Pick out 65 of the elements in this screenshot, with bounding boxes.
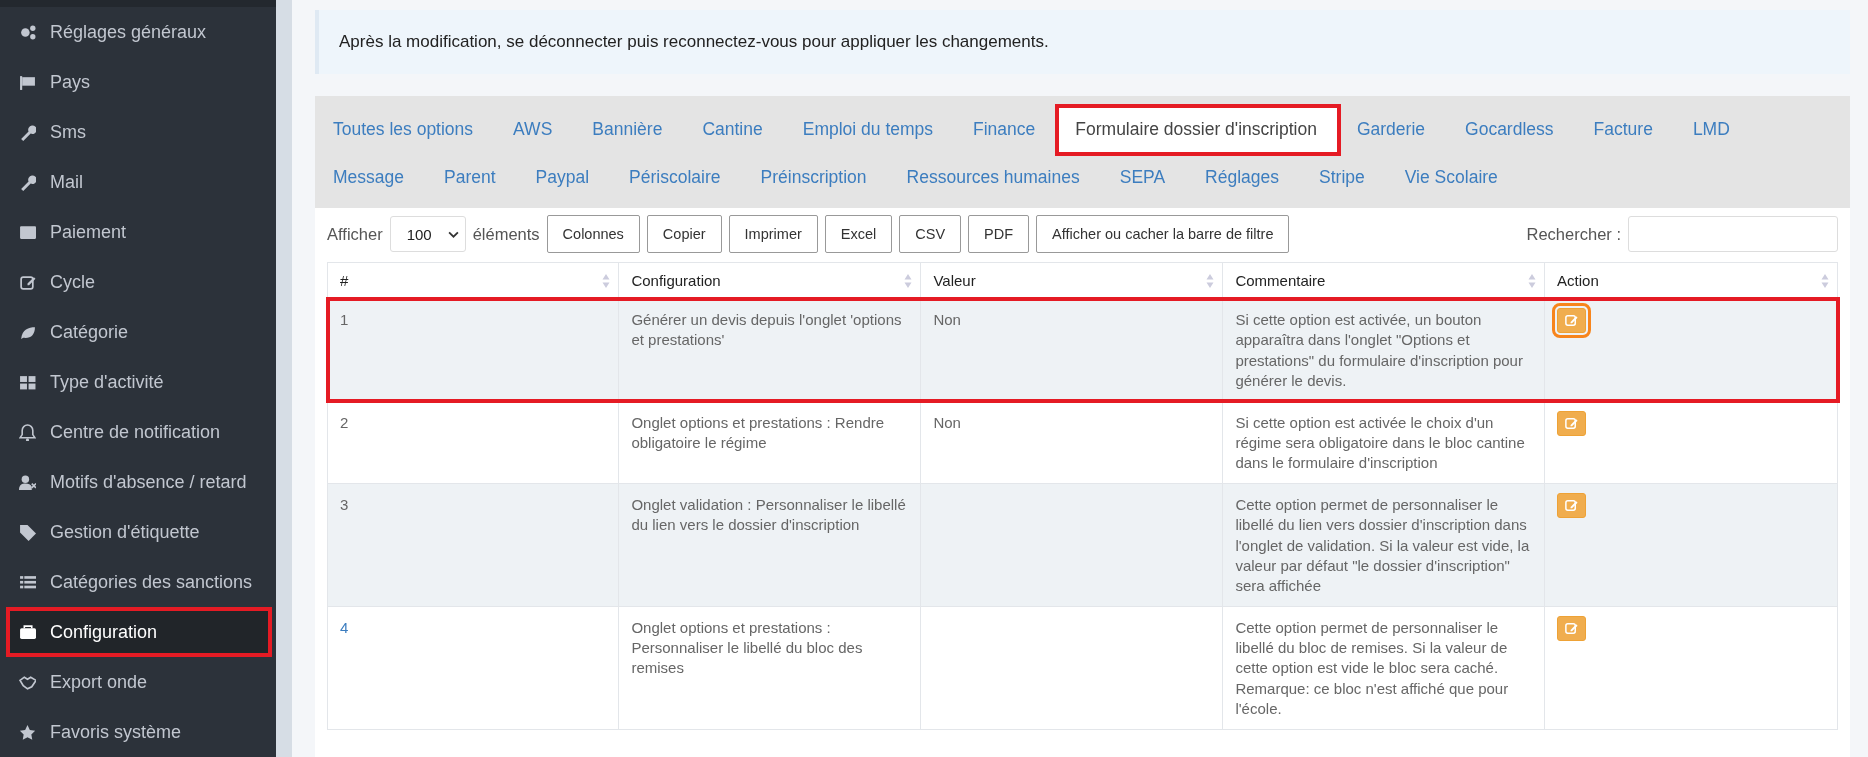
sidebar-item[interactable]: Réglages généraux xyxy=(0,7,276,57)
sidebar-item[interactable]: Paiement xyxy=(0,207,276,257)
toolbar-button[interactable]: PDF xyxy=(968,215,1030,253)
sort-icon xyxy=(1821,272,1829,289)
sort-icon xyxy=(904,272,913,289)
sidebar-item[interactable]: Catégorie xyxy=(0,307,276,357)
sort-icon xyxy=(602,272,611,289)
table-cell: 4 xyxy=(327,606,619,730)
edit-icon xyxy=(1564,497,1580,513)
list-icon xyxy=(19,573,36,591)
table-cell: Onglet options et prestations : Personnaliser le libellé du bloc des remises xyxy=(618,606,921,730)
edit-button[interactable] xyxy=(1557,410,1587,436)
sidebar-item[interactable]: Mail xyxy=(0,157,276,207)
sidebar-item[interactable]: Pays xyxy=(0,57,276,107)
edit-button[interactable] xyxy=(1557,492,1587,518)
wrench-icon xyxy=(19,173,36,191)
tag-icon xyxy=(19,523,36,541)
elements-label: éléments xyxy=(472,224,540,244)
bell-icon xyxy=(19,423,36,441)
table-cell: 3 xyxy=(327,483,619,607)
edit-icon xyxy=(1564,415,1580,431)
sidebar-item[interactable]: Configuration xyxy=(6,607,272,657)
edit-icon xyxy=(1564,313,1580,328)
table-cell: Si cette option est activée le choix d'un régime sera obligatoire dans le bloc cantine dans le formulaire d'inscription xyxy=(1222,401,1545,484)
briefcase-icon xyxy=(19,623,36,641)
sidebar-item[interactable]: Type d'activité xyxy=(0,357,276,407)
grid-icon xyxy=(19,373,36,391)
wrench-icon xyxy=(19,123,36,141)
toolbar-button[interactable]: Afficher ou cacher la barre de filtre xyxy=(1036,215,1290,253)
show-label: Afficher xyxy=(327,224,383,244)
tab[interactable]: Formulaire dossier d'inscription xyxy=(1057,106,1339,154)
page-size-select[interactable]: 100 xyxy=(389,216,466,252)
table-cell: Onglet validation : Personnaliser le libellé du lien vers le dossier d'inscription xyxy=(618,483,921,607)
sidebar-item[interactable]: Motifs d'absence / retard xyxy=(0,457,276,507)
sidebar-item[interactable]: Sms xyxy=(0,107,276,157)
star-icon xyxy=(19,723,36,741)
toolbar-button[interactable]: Excel xyxy=(824,215,893,253)
edit-icon xyxy=(19,273,36,291)
sidebar-item[interactable]: Favoris système xyxy=(0,707,276,757)
sidebar-item[interactable]: Cycle xyxy=(0,257,276,307)
search-field[interactable] xyxy=(1628,216,1838,252)
info-alert: Après la modification, se déconnecter puis reconnectez-vous pour appliquer les changements. xyxy=(315,10,1850,74)
table-cell: Cette option permet de personnaliser le libellé du lien vers dossier d'inscription dans l'onglet de validation. Si la valeur est vide, la valeur par défaut "le dossier d'inscription" sera affichée xyxy=(1222,483,1545,607)
edit-icon xyxy=(1564,620,1580,636)
search-label: Rechercher : xyxy=(1526,224,1621,244)
sort-icon xyxy=(1528,272,1537,289)
table-cell: Non xyxy=(920,401,1223,484)
flag-icon xyxy=(19,73,36,91)
card-icon xyxy=(19,223,36,241)
sidebar-item[interactable]: Gestion d'étiquette xyxy=(0,507,276,557)
table-cell: Onglet options et prestations : Rendre obligatoire le régime xyxy=(618,401,921,484)
table-cell: Cette option permet de personnaliser le libellé du bloc de remises. Si la valeur de cette option est vide le bloc sera caché. Remarque: ce bloc n'est affiché que pour l'école. xyxy=(1222,606,1545,730)
toolbar-button[interactable]: Colonnes xyxy=(546,215,640,253)
sort-icon xyxy=(1206,272,1215,289)
edit-button[interactable] xyxy=(1557,615,1587,641)
chevron-down-icon xyxy=(447,230,459,238)
toolbar-button[interactable]: CSV xyxy=(899,215,962,253)
table-cell: 2 xyxy=(327,401,619,484)
user-remove-icon xyxy=(19,473,36,491)
sidebar-item[interactable]: Catégories des sanctions xyxy=(0,557,276,607)
toolbar-button[interactable]: Imprimer xyxy=(728,215,818,253)
toolbar-button[interactable]: Copier xyxy=(646,215,722,253)
gears-icon xyxy=(19,23,36,41)
sidebar-item[interactable]: Centre de notification xyxy=(0,407,276,457)
sidebar-item[interactable]: Export onde xyxy=(0,657,276,707)
